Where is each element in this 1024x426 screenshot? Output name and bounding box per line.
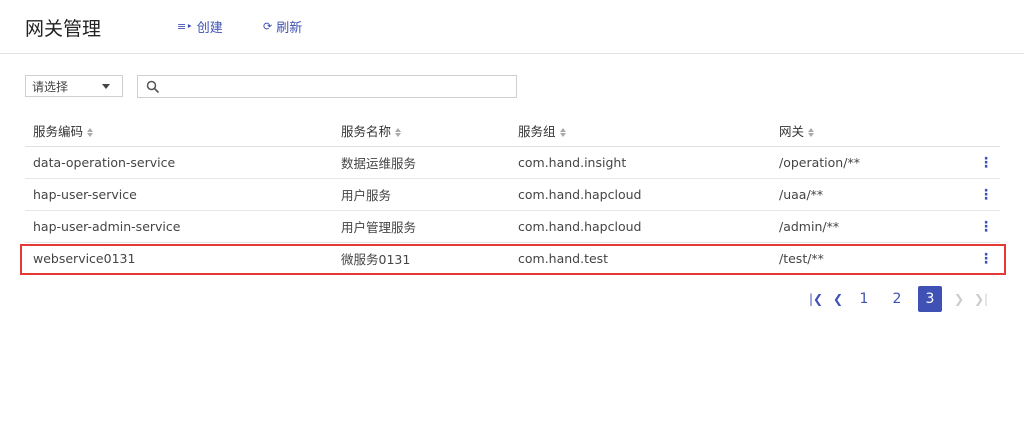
create-icon: ≡‣: [177, 20, 193, 33]
sort-icon[interactable]: [87, 128, 94, 137]
cell-gateway: /admin/**: [771, 210, 964, 243]
create-button-label: 创建: [196, 21, 223, 36]
gateway-table: 服务编码 服务名称 服务组 网关 data-operation-service …: [25, 115, 1000, 275]
sort-icon[interactable]: [808, 128, 815, 137]
pagination: |❮ ❮ 1 2 3 ❯ ❯|: [808, 285, 995, 313]
cell-service-group: com.hand.hapcloud: [510, 210, 771, 243]
table-header-row: 服务编码 服务名称 服务组 网关: [25, 115, 1000, 147]
column-header-actions: [964, 115, 1000, 147]
column-header-service-code[interactable]: 服务编码: [25, 115, 333, 147]
cell-service-name: 用户管理服务: [333, 210, 510, 243]
page-button-1[interactable]: 1: [852, 286, 876, 312]
column-header-service-group[interactable]: 服务组: [510, 115, 771, 147]
cell-service-group: com.hand.test: [510, 242, 771, 275]
cell-service-group: com.hand.insight: [510, 146, 771, 179]
more-vertical-icon[interactable]: ⋮: [964, 146, 1000, 179]
cell-service-code: webservice0131: [25, 242, 333, 275]
next-page-icon[interactable]: ❯: [951, 286, 967, 312]
refresh-button[interactable]: ⟳ 刷新: [263, 17, 302, 36]
page-header: 网关管理 ≡‣ 创建 ⟳ 刷新: [0, 0, 1024, 54]
search-box[interactable]: [137, 75, 517, 98]
cell-service-code: hap-user-service: [25, 178, 333, 211]
cell-gateway: /operation/**: [771, 146, 964, 179]
cell-service-code: hap-user-admin-service: [25, 210, 333, 243]
table-row[interactable]: hap-user-service 用户服务 com.hand.hapcloud …: [25, 178, 1000, 211]
cell-service-code: data-operation-service: [25, 146, 333, 179]
cell-gateway: /test/**: [771, 242, 964, 275]
sort-icon[interactable]: [559, 128, 567, 137]
create-button[interactable]: ≡‣ 创建: [177, 17, 223, 36]
search-icon: [146, 80, 160, 93]
table-row[interactable]: webservice0131 微服务0131 com.hand.test /te…: [25, 242, 1000, 275]
cell-gateway: /uaa/**: [771, 178, 964, 211]
page-title: 网关管理: [25, 18, 102, 40]
more-vertical-icon[interactable]: ⋮: [964, 178, 1000, 211]
more-vertical-icon[interactable]: ⋮: [964, 242, 1000, 275]
cell-service-group: com.hand.hapcloud: [510, 178, 771, 211]
filter-select-value: 请选择: [32, 79, 69, 94]
refresh-icon: ⟳: [263, 20, 273, 33]
filter-select[interactable]: 请选择: [25, 75, 123, 97]
cell-service-name: 数据运维服务: [333, 146, 510, 179]
page-button-2[interactable]: 2: [885, 286, 909, 312]
table-row[interactable]: data-operation-service 数据运维服务 com.hand.i…: [25, 146, 1000, 179]
column-header-service-name[interactable]: 服务名称: [333, 115, 510, 147]
cell-service-name: 用户服务: [333, 178, 510, 211]
sort-icon[interactable]: [395, 128, 402, 137]
refresh-button-label: 刷新: [276, 21, 303, 36]
first-page-icon[interactable]: |❮: [808, 286, 824, 312]
chevron-down-icon: [102, 84, 110, 89]
prev-page-icon[interactable]: ❮: [830, 286, 846, 312]
page-button-3[interactable]: 3: [918, 286, 942, 312]
column-header-gateway[interactable]: 网关: [771, 115, 964, 147]
more-vertical-icon[interactable]: ⋮: [964, 210, 1000, 243]
search-input[interactable]: [166, 76, 516, 97]
cell-service-name: 微服务0131: [333, 242, 510, 275]
table-row[interactable]: hap-user-admin-service 用户管理服务 com.hand.h…: [25, 210, 1000, 243]
last-page-icon[interactable]: ❯|: [973, 286, 989, 312]
